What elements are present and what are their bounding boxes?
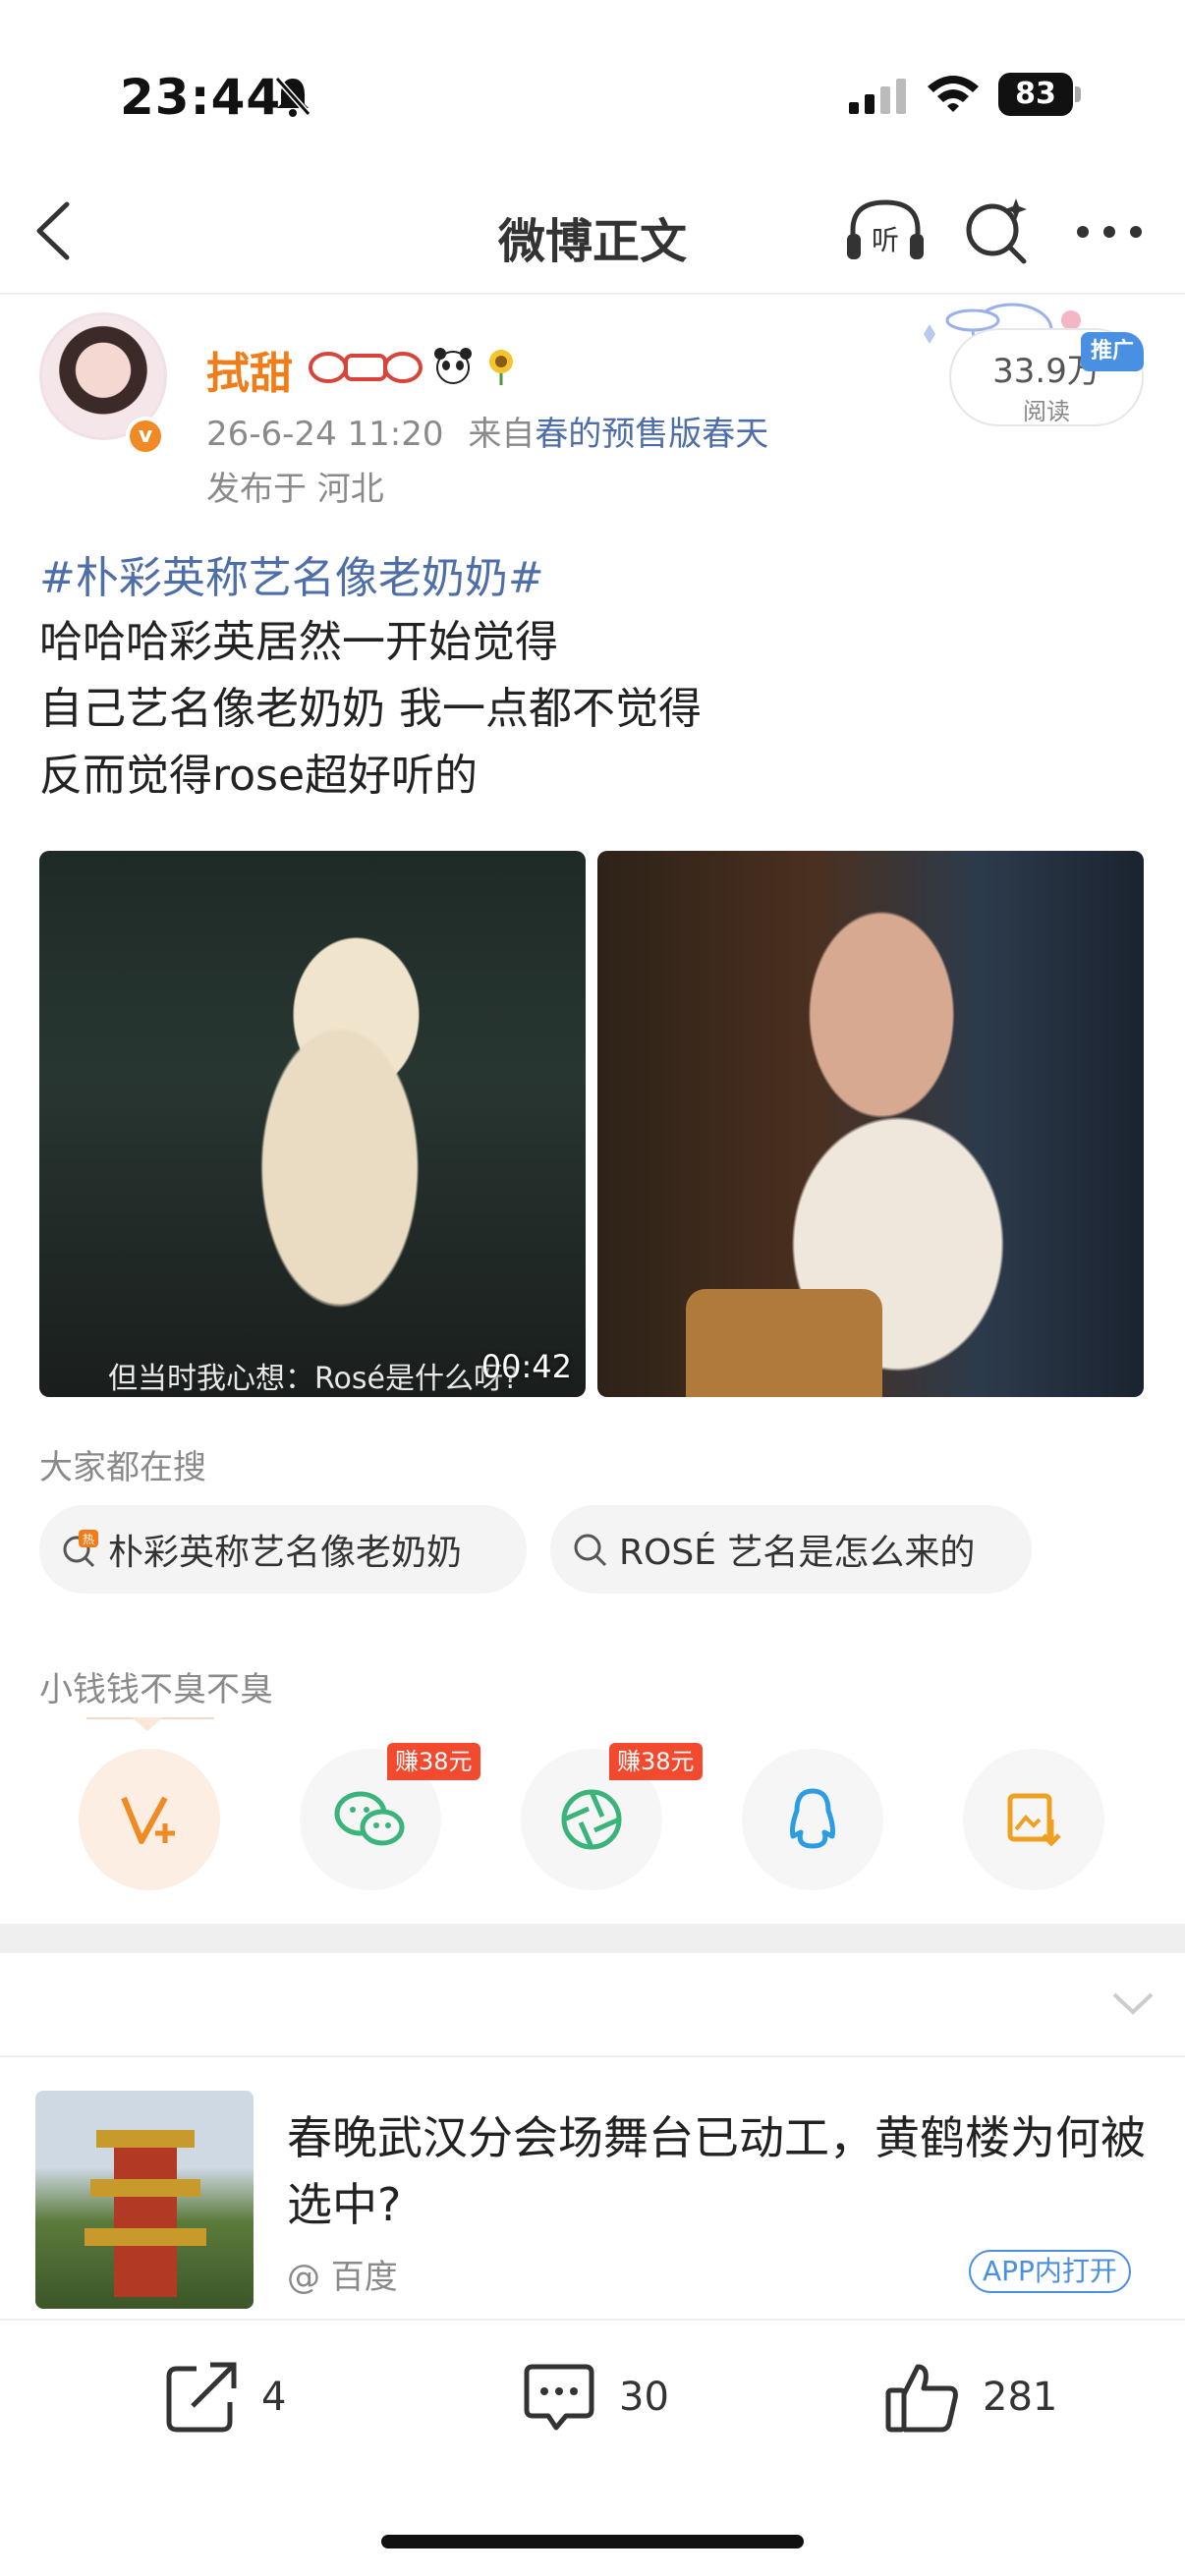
svg-text:听: 听 [872,224,899,256]
search-chip[interactable]: ROSÉ 艺名是怎么来的 [550,1505,1032,1594]
sunflower-icon [489,350,513,385]
ad-image[interactable] [35,2091,254,2309]
nav-bar: 微博正文 听 [0,167,1185,295]
more-options-icon[interactable] [1075,224,1144,240]
ad-title[interactable]: 春晚武汉分会场舞台已动工，黄鹤楼为何被选中? [287,2104,1152,2238]
home-indicator [381,2535,804,2548]
save-image-icon [1007,1793,1061,1847]
username[interactable]: 拭甜 [206,338,293,401]
status-bar: 23:44 83 [0,0,1185,157]
panda-icon [434,348,472,384]
post-meta: 26-6-24 11:20 来自春的预售版春天 [206,407,768,455]
cellular-signal-icon [849,79,906,114]
share-target-user: 小钱钱不臭不臭 [39,1670,273,1709]
repost-button[interactable]: 4 [163,2356,286,2438]
search-icon [574,1534,607,1567]
comment-button[interactable]: 30 [521,2356,669,2438]
post-line: 反而觉得rose超好听的 [39,751,479,801]
search-chip-label: 朴彩英称艺名像老奶奶 [108,1533,463,1573]
earn-badge: 赚38元 [387,1743,480,1780]
section-divider [0,1924,1185,1953]
like-count: 281 [983,2375,1058,2420]
mute-bell-icon [274,77,311,117]
save-image-button[interactable] [963,1749,1104,1890]
open-in-app-button[interactable]: APP内打开 [969,2250,1131,2293]
read-label: 阅读 [1023,398,1070,425]
qq-penguin-icon [790,1788,835,1849]
post-content: 哈哈哈彩英居然一开始觉得 自己艺名像老奶奶 我一点都不觉得 反而觉得rose超好… [39,609,702,810]
listen-headphones-icon[interactable]: 听 [845,196,926,265]
comment-count: 30 [619,2375,669,2420]
battery-level: 83 [998,73,1073,116]
post-source[interactable]: 春的预售版春天 [535,415,768,454]
decor-badge-icon [309,352,423,383]
chevron-down-icon[interactable] [1110,1988,1156,2018]
wifi-icon [928,76,979,112]
post-line: 哈哈哈彩英居然一开始觉得 [39,617,558,667]
like-button[interactable]: 281 [884,2356,1057,2438]
ad-source: @ 百度 [287,2258,398,2297]
user-badges [307,344,521,387]
avatar[interactable]: v [39,312,167,456]
earn-badge: 赚38元 [609,1743,703,1780]
post-image[interactable] [597,851,1144,1397]
from-prefix: 来自 [468,415,536,454]
verified-badge-icon: v [126,417,165,456]
video-thumbnail[interactable]: 但当时我心想：Rosé是什么呀? 00:42 [39,851,586,1397]
promo-badge: 推广 [1081,332,1144,371]
trending-search-label: 大家都在搜 [39,1448,206,1487]
post-location: 发布于 河北 [206,470,384,509]
video-duration: 00:42 [480,1348,572,1385]
post-timestamp: 26-6-24 11:20 [206,415,444,454]
share-weibo-button[interactable] [79,1749,220,1890]
post-line: 自己艺名像老奶奶 我一点都不觉得 [39,684,702,734]
svg-text:热: 热 [83,1533,94,1546]
video-subtitle: 但当时我心想：Rosé是什么呀? [108,1362,519,1396]
search-icon[interactable] [963,196,1032,265]
status-time: 23:44 [120,69,282,126]
repost-count: 4 [261,2375,287,2420]
weibo-v-icon [121,1796,175,1844]
wechat-icon [334,1791,405,1846]
search-chip[interactable]: 热 朴彩英称艺名像老奶奶 [39,1505,527,1594]
share-qq-button[interactable] [742,1749,883,1890]
hot-search-icon: 热 [63,1530,98,1568]
repost-icon [166,2362,237,2433]
comment-icon [524,2364,594,2431]
moments-aperture-icon [561,1789,622,1850]
thumbs-up-icon [885,2364,958,2433]
search-chip-label: ROSÉ 艺名是怎么来的 [619,1533,976,1573]
battery-icon: 83 [998,73,1081,116]
hashtag-link[interactable]: #朴彩英称艺名像老奶奶# [39,542,544,605]
